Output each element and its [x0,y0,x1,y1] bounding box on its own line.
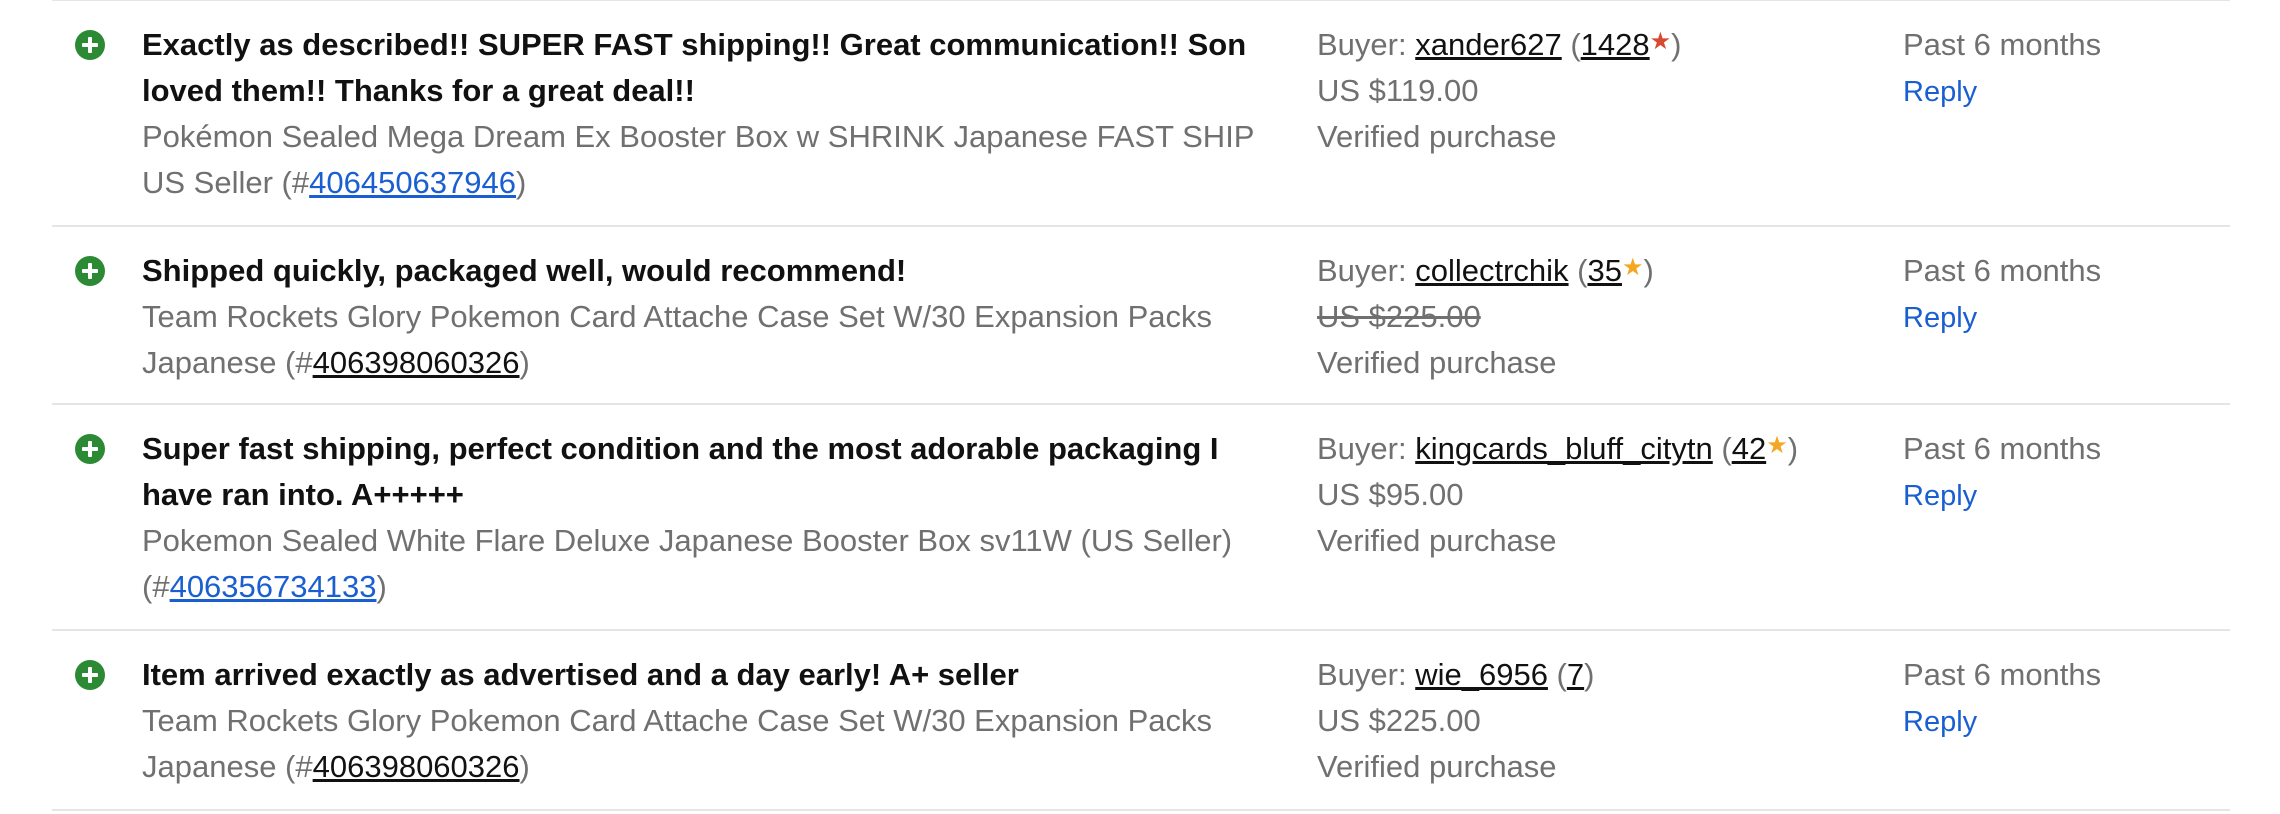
buyer-label: Buyer: [1317,657,1416,692]
feedback-comment: Shipped quickly, packaged well, would re… [142,248,1372,294]
item-title-line: Japanese (# [142,345,313,380]
item-number-close: ) [516,165,527,200]
feedback-comment: Exactly as described!! SUPER FAST shippi… [142,22,1372,114]
item-title-line: Japanese (# [142,749,313,784]
verified-purchase: Verified purchase [1317,523,1557,558]
item-title: Team Rockets Glory Pokemon Card Attache … [142,294,1372,386]
buyer-label: Buyer: [1317,253,1416,288]
buyer-info: Buyer: collectrchik (35★) US $225.00 Ver… [1317,248,1877,386]
plus-circle-icon [75,434,105,464]
buyer-name-link[interactable]: xander627 [1415,27,1562,62]
item-title: Pokémon Sealed Mega Dream Ex Booster Box… [142,114,1372,206]
feedback-comment-line: Exactly as described!! SUPER FAST shippi… [142,27,1247,62]
feedback-comment-line: Shipped quickly, packaged well, would re… [142,253,907,288]
score-open: ( [1547,657,1567,692]
star-icon: ★ [1649,28,1672,55]
verified-purchase: Verified purchase [1317,749,1557,784]
buyer-name-link[interactable]: collectrchik [1415,253,1568,288]
reply-link[interactable]: Reply [1903,473,1977,519]
feedback-comment: Item arrived exactly as advertised and a… [142,652,1372,698]
item-title-line: Pokémon Sealed Mega Dream Ex Booster Box… [142,119,1255,154]
buyer-info: Buyer: wie_6956 (7) US $225.00 Verified … [1317,652,1877,790]
feedback-comment-line: Item arrived exactly as advertised and a… [142,657,1019,692]
feedback-row: Exactly as described!! SUPER FAST shippi… [52,1,2230,227]
score-open: ( [1561,27,1581,62]
feedback-period: Past 6 months [1903,657,2102,692]
reply-link[interactable]: Reply [1903,699,1977,745]
feedback-row: Super fast shipping, perfect condition a… [52,405,2230,631]
score-open: ( [1568,253,1588,288]
feedback-period: Past 6 months [1903,431,2102,466]
feedback-comment-line: Super fast shipping, perfect condition a… [142,431,1219,466]
score-close: ) [1584,657,1595,692]
buyer-line: Buyer: xander627 (1428★) [1317,22,1877,68]
buyer-score-link[interactable]: 7 [1567,657,1584,692]
feedback-content: Exactly as described!! SUPER FAST shippi… [142,22,1372,206]
buyer-line: Buyer: wie_6956 (7) [1317,652,1877,698]
item-title-line: US Seller (# [142,165,310,200]
score-close: ) [1643,253,1654,288]
feedback-period: Past 6 months [1903,27,2102,62]
buyer-label: Buyer: [1317,431,1416,466]
feedback-content: Shipped quickly, packaged well, would re… [142,248,1372,386]
item-title-line: Team Rockets Glory Pokemon Card Attache … [142,299,1212,334]
verified-purchase: Verified purchase [1317,119,1557,154]
buyer-line: Buyer: kingcards_bluff_citytn (42★) [1317,426,1877,472]
feedback-list: Exactly as described!! SUPER FAST shippi… [52,0,2230,811]
feedback-time: Past 6 months Reply [1903,22,2203,115]
item-number-link[interactable]: 406450637946 [309,165,516,200]
item-number-close: ) [519,749,530,784]
feedback-content: Super fast shipping, perfect condition a… [142,426,1372,610]
score-close: ) [1671,27,1682,62]
buyer-label: Buyer: [1317,27,1416,62]
item-title-line: Pokemon Sealed White Flare Deluxe Japane… [142,523,1233,558]
star-icon: ★ [1766,432,1788,459]
buyer-score-link[interactable]: 42 [1732,431,1766,466]
buyer-score-link[interactable]: 1428 [1581,27,1650,62]
plus-circle-icon [75,256,105,286]
plus-circle-icon [75,30,105,60]
item-number-close: ) [376,569,387,604]
item-price: US $225.00 [1317,299,1481,334]
feedback-row: Shipped quickly, packaged well, would re… [52,227,2230,405]
buyer-line: Buyer: collectrchik (35★) [1317,248,1877,294]
reply-link[interactable]: Reply [1903,69,1977,115]
item-number-link[interactable]: 406398060326 [313,345,520,380]
buyer-score-link[interactable]: 35 [1587,253,1621,288]
feedback-time: Past 6 months Reply [1903,248,2203,341]
reply-link[interactable]: Reply [1903,295,1977,341]
item-number-link[interactable]: 406398060326 [313,749,520,784]
buyer-name-link[interactable]: kingcards_bluff_citytn [1415,431,1713,466]
item-title: Team Rockets Glory Pokemon Card Attache … [142,698,1372,790]
item-title: Pokemon Sealed White Flare Deluxe Japane… [142,518,1372,610]
feedback-period: Past 6 months [1903,253,2102,288]
feedback-time: Past 6 months Reply [1903,652,2203,745]
score-close: ) [1787,431,1799,466]
item-number-close: ) [519,345,530,380]
buyer-info: Buyer: xander627 (1428★) US $119.00 Veri… [1317,22,1877,160]
item-price: US $225.00 [1317,703,1481,738]
feedback-comment-line: loved them!! Thanks for a great deal!! [142,73,695,108]
feedback-comment-line: have ran into. A+++++ [142,477,464,512]
buyer-name-link[interactable]: wie_6956 [1415,657,1548,692]
verified-purchase: Verified purchase [1317,345,1557,380]
item-title-line: (# [142,569,170,604]
item-title-line: Team Rockets Glory Pokemon Card Attache … [142,703,1212,738]
feedback-content: Item arrived exactly as advertised and a… [142,652,1372,790]
plus-circle-icon [75,660,105,690]
item-price: US $95.00 [1317,477,1464,512]
feedback-comment: Super fast shipping, perfect condition a… [142,426,1372,518]
star-icon: ★ [1621,254,1644,281]
item-number-link[interactable]: 406356734133 [170,569,377,604]
feedback-row: Item arrived exactly as advertised and a… [52,631,2230,811]
feedback-time: Past 6 months Reply [1903,426,2203,519]
buyer-info: Buyer: kingcards_bluff_citytn (42★) US $… [1317,426,1877,564]
item-price: US $119.00 [1317,73,1479,108]
score-open: ( [1712,431,1732,466]
